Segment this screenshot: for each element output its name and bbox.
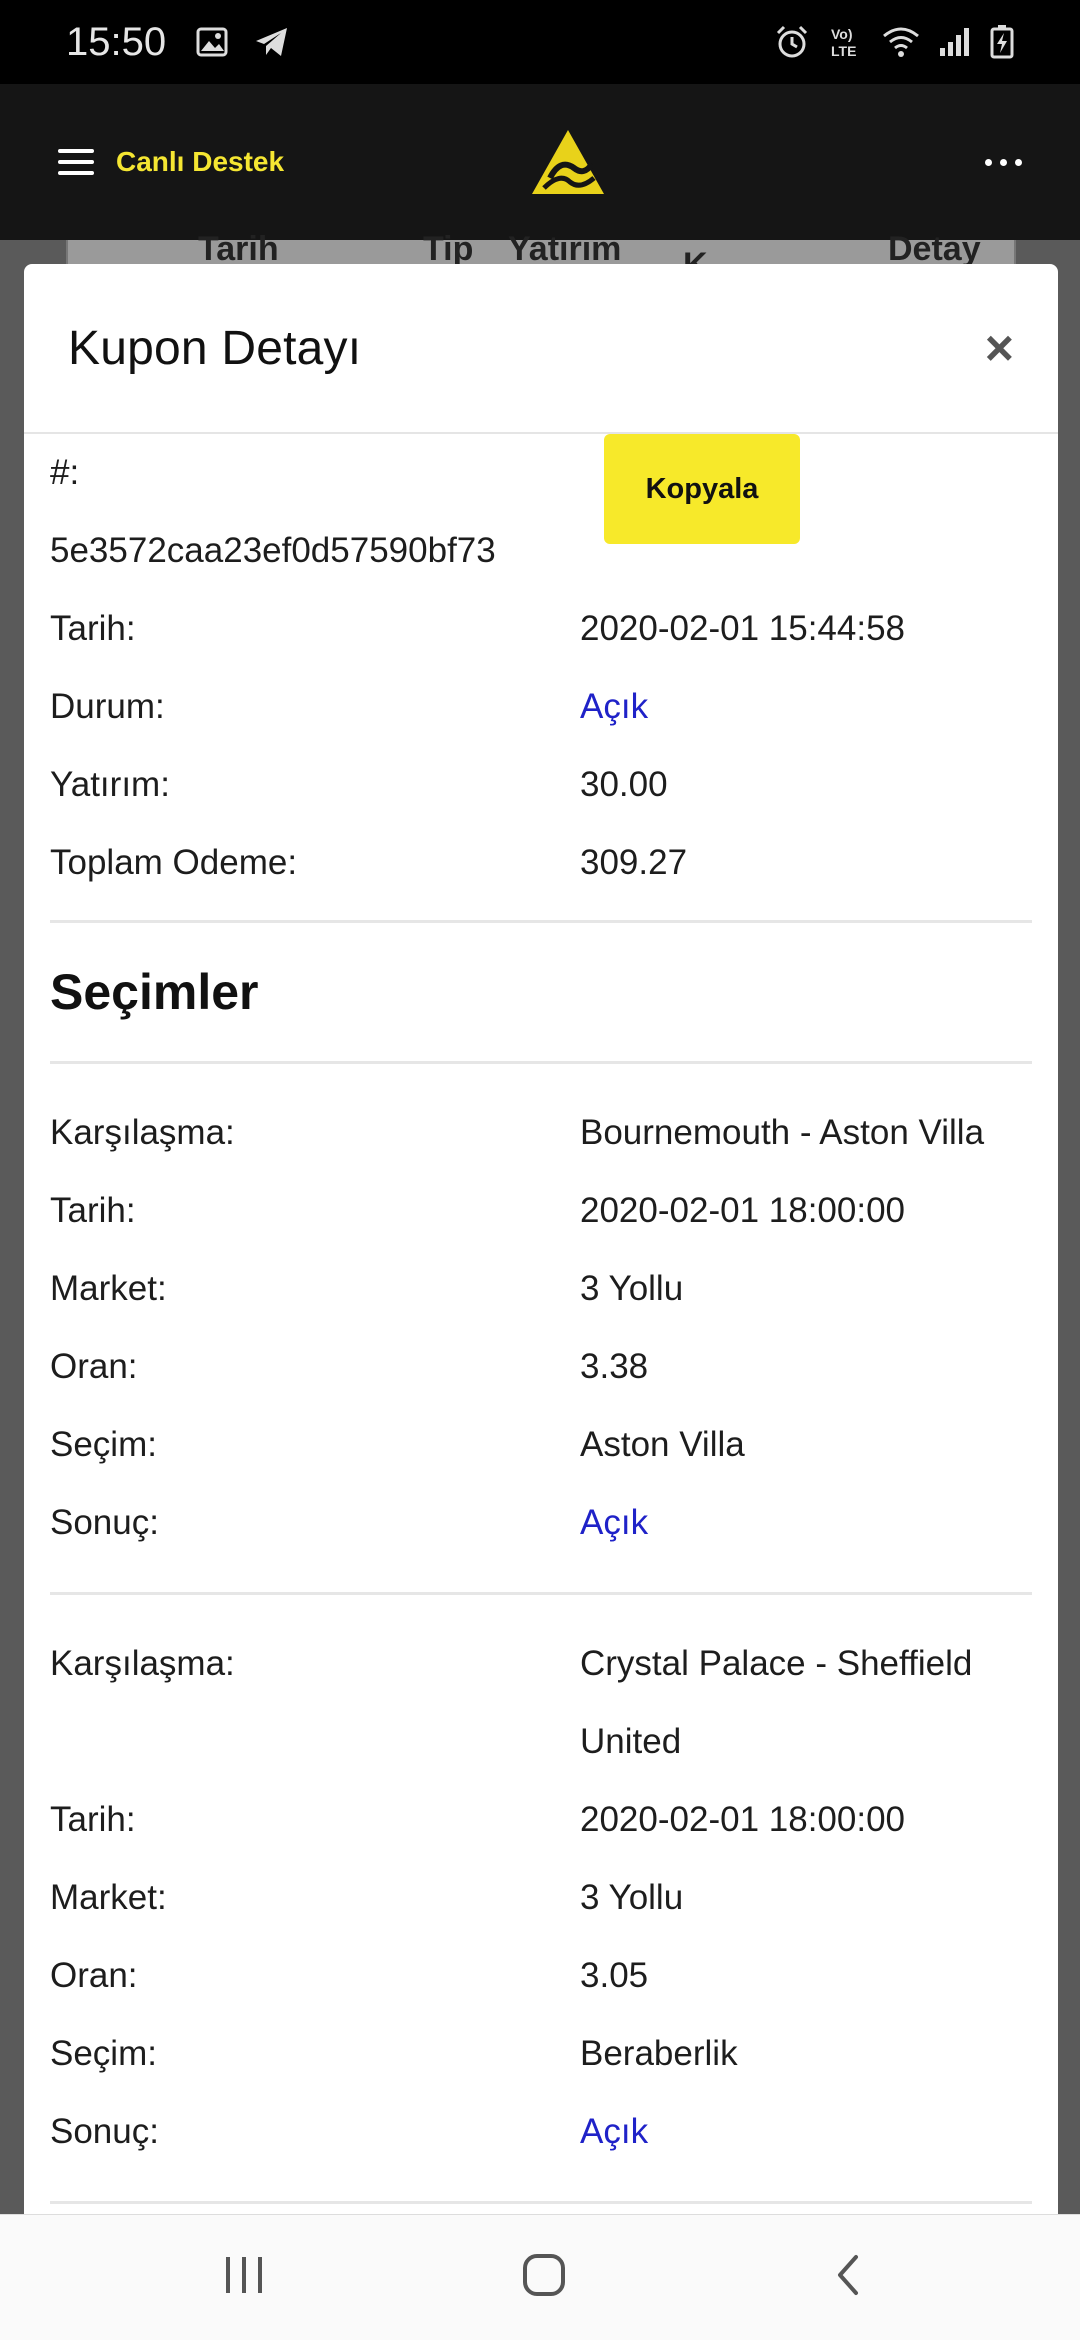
coupon-id-value: 5e3572caa23ef0d57590bf73	[50, 531, 496, 570]
more-options-icon[interactable]	[985, 158, 1022, 166]
home-icon[interactable]	[522, 2253, 566, 2297]
svg-text:LTE: LTE	[831, 43, 856, 59]
selection-odds-row: Oran: 3.05	[50, 1956, 649, 1995]
brand-logo[interactable]	[530, 128, 606, 196]
recent-apps-icon[interactable]	[222, 2253, 266, 2297]
summary-date-row: Tarih: 2020-02-01 15:44:58	[50, 609, 905, 648]
modal-body: Kopyala #: 5e3572caa23ef0d57590bf73 Tari…	[24, 434, 1058, 2204]
coupon-detail-modal: Kupon Detayı × Kopyala #: 5e3572caa23ef0…	[24, 264, 1058, 2214]
modal-header: Kupon Detayı ×	[24, 264, 1058, 434]
selection-result-row: Sonuç: Açık	[50, 1503, 649, 1542]
selection-pick-row: Seçim: Beraberlik	[50, 2034, 738, 2073]
selection-market-row: Market: 3 Yollu	[50, 1269, 684, 1308]
status-time: 15:50	[66, 19, 167, 64]
system-nav-bar	[0, 2214, 1080, 2340]
selection-market-row: Market: 3 Yollu	[50, 1878, 684, 1917]
selection-match-row: Karşılaşma: Bournemouth - Aston Villa	[50, 1113, 985, 1152]
volte-icon: Vo) LTE	[831, 26, 856, 59]
selection-match-row: Karşılaşma: Crystal Palace - Sheffield	[50, 1644, 973, 1683]
selection-match-row-continued: United	[580, 1722, 682, 1761]
coupon-id-label: #:	[50, 453, 80, 492]
selection-odds-row: Oran: 3.38	[50, 1347, 649, 1386]
image-icon	[196, 27, 228, 57]
svg-text:Vo): Vo)	[831, 26, 853, 42]
selection-pick-row: Seçim: Aston Villa	[50, 1425, 745, 1464]
summary-stake-row: Yatırım: 30.00	[50, 765, 668, 804]
status-bar: 15:50 Vo) LTE	[0, 0, 1080, 84]
summary-status-row: Durum: Açık	[50, 668, 1032, 746]
divider	[50, 2201, 1032, 2204]
battery-icon	[990, 25, 1014, 59]
summary-total-payout-row: Toplam Odeme: 309.27	[50, 843, 688, 882]
selection-date-row: Tarih: 2020-02-01 18:00:00	[50, 1191, 905, 1230]
live-support-link[interactable]: Canlı Destek	[116, 146, 284, 178]
status-value: Açık	[580, 687, 649, 726]
signal-icon	[940, 28, 969, 56]
selection-date-row: Tarih: 2020-02-01 18:00:00	[50, 1800, 905, 1839]
modal-title: Kupon Detayı	[68, 321, 362, 375]
telegram-icon	[256, 28, 288, 56]
copy-button[interactable]: Kopyala	[604, 434, 800, 544]
selection-item: Karşılaşma: Bournemouth - Aston Villa Ta…	[50, 1094, 1032, 1562]
selections-title: Seçimler	[50, 964, 259, 1020]
selection-result-row: Sonuç: Açık	[50, 2112, 649, 2151]
menu-icon[interactable]	[58, 149, 94, 175]
app-header: Canlı Destek	[0, 84, 1080, 240]
selection-item: Karşılaşma: Crystal Palace - Sheffield U…	[50, 1625, 1032, 2171]
alarm-icon	[776, 25, 808, 58]
back-icon[interactable]	[828, 2253, 872, 2297]
wifi-icon	[883, 27, 919, 57]
close-icon[interactable]: ×	[985, 323, 1014, 373]
